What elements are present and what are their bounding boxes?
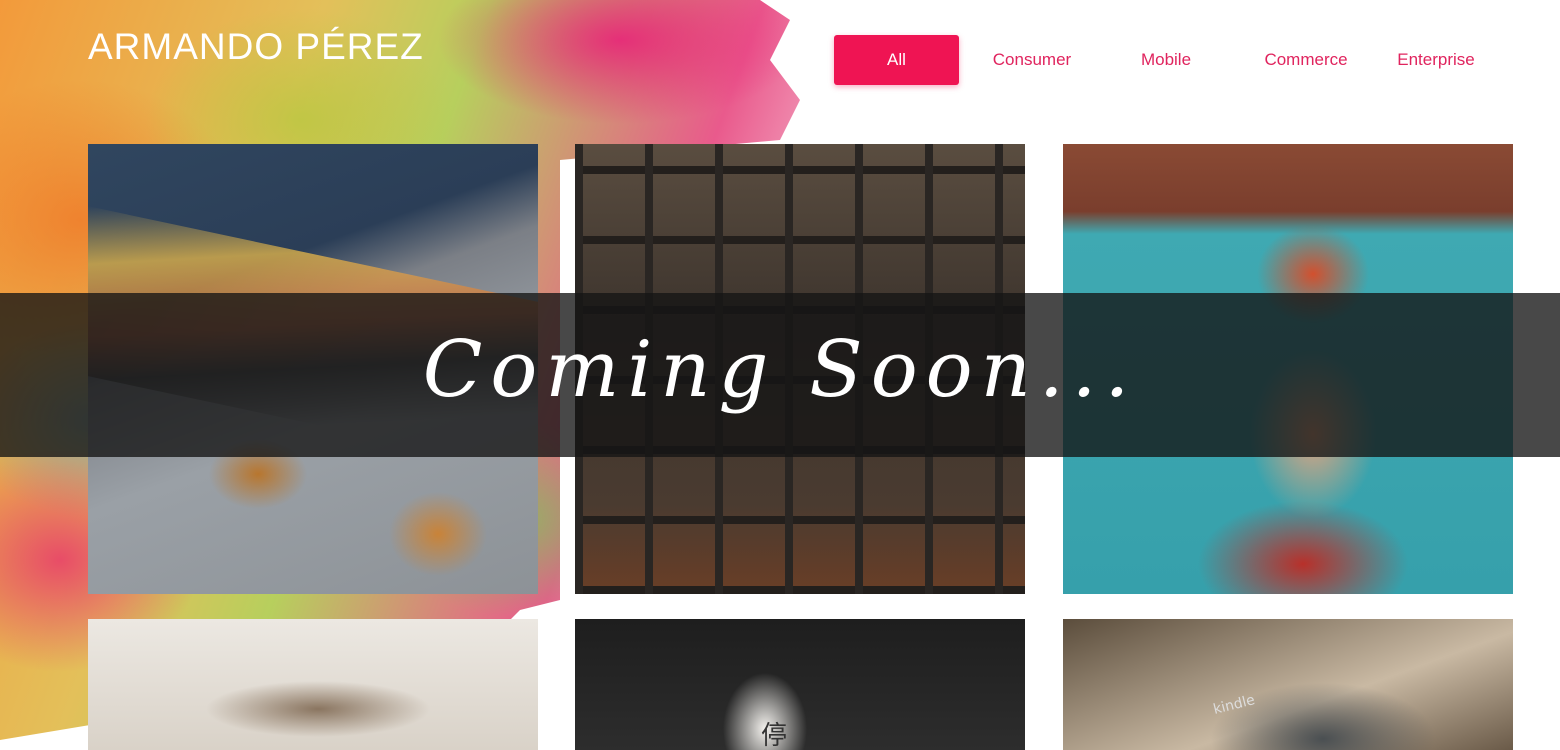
coming-soon-banner: Coming Soon...	[0, 293, 1560, 457]
site-brand[interactable]: ARMANDO PÉREZ	[88, 26, 424, 68]
filter-commerce-button[interactable]: Commerce	[1244, 35, 1368, 85]
filter-consumer-button[interactable]: Consumer	[972, 35, 1092, 85]
filter-mobile-button[interactable]: Mobile	[1114, 35, 1218, 85]
gallery-tile-kindle[interactable]: kindle	[1063, 619, 1513, 750]
filter-all-button[interactable]: All	[834, 35, 959, 85]
gallery-tile-pebbles[interactable]	[88, 619, 538, 750]
filter-enterprise-button[interactable]: Enterprise	[1380, 35, 1492, 85]
lantern-character: 停	[761, 721, 788, 750]
coming-soon-text: Coming Soon...	[422, 325, 1138, 415]
kindle-logo-text: kindle	[1211, 692, 1257, 718]
gallery-tile-lantern[interactable]: 停	[575, 619, 1025, 750]
